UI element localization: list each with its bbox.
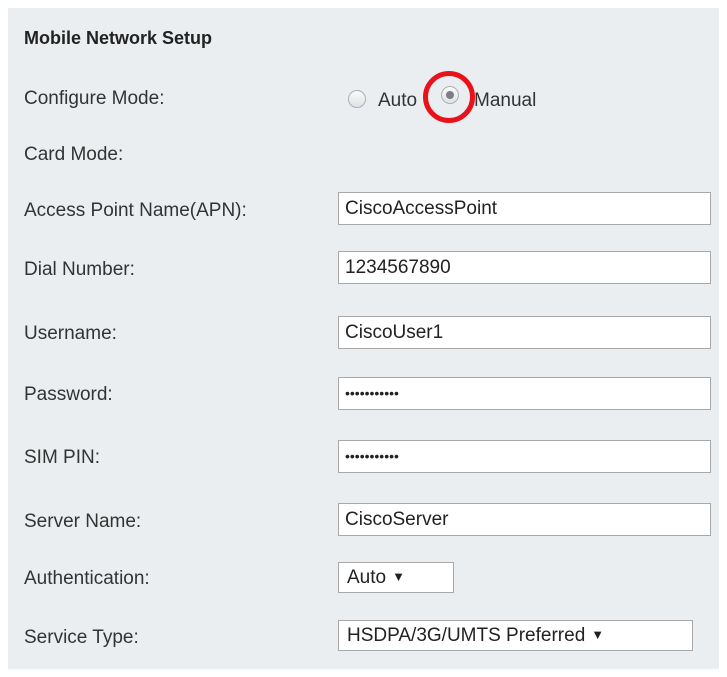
card-mode-label: Card Mode: xyxy=(24,144,124,165)
radio-manual[interactable] xyxy=(441,86,459,104)
service-type-select[interactable]: HSDPA/3G/UMTS Preferred ▼ xyxy=(338,620,693,651)
username-input[interactable]: CiscoUser1 xyxy=(338,316,711,349)
dial-number-label: Dial Number: xyxy=(24,259,135,280)
sim-pin-input[interactable]: ••••••••••• xyxy=(338,440,711,473)
apn-label: Access Point Name(APN): xyxy=(24,200,247,221)
radio-auto-label: Auto xyxy=(378,90,418,111)
sim-pin-label: SIM PIN: xyxy=(24,447,101,468)
username-label: Username: xyxy=(24,323,117,344)
service-type-label: Service Type: xyxy=(24,627,139,648)
chevron-down-icon: ▼ xyxy=(591,627,605,642)
radio-selected-dot xyxy=(446,91,454,99)
chevron-down-icon: ▼ xyxy=(392,569,405,584)
radio-manual-label: Manual xyxy=(474,90,537,111)
configure-mode-label: Configure Mode: xyxy=(24,88,165,109)
dial-number-input[interactable]: 1234567890 xyxy=(338,251,711,284)
server-name-input[interactable]: CiscoServer xyxy=(338,503,711,536)
authentication-value: Auto xyxy=(347,567,387,588)
section-title: Mobile Network Setup xyxy=(24,28,213,48)
authentication-select[interactable]: Auto ▼ xyxy=(338,562,454,593)
password-label: Password: xyxy=(24,384,113,405)
radio-auto[interactable] xyxy=(348,90,366,108)
server-name-label: Server Name: xyxy=(24,511,142,532)
service-type-value: HSDPA/3G/UMTS Preferred xyxy=(347,625,586,646)
password-input[interactable]: ••••••••••• xyxy=(338,377,711,410)
apn-input[interactable]: CiscoAccessPoint xyxy=(338,192,711,225)
authentication-label: Authentication: xyxy=(24,568,150,589)
